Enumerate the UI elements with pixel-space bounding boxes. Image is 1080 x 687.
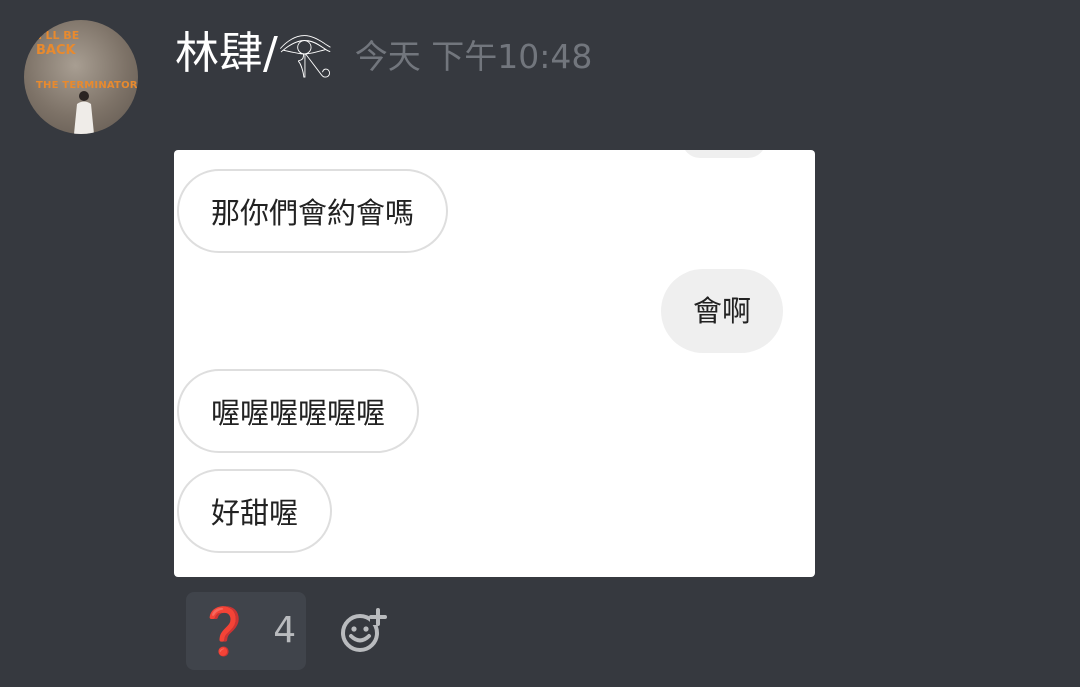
incoming-bubble: 喔喔喔喔喔喔 xyxy=(177,369,420,453)
username[interactable]: 林肆/𓂀 xyxy=(175,26,333,82)
message-header: 林肆/𓂀 今天 下午10:48 xyxy=(175,26,592,86)
incoming-bubble: 那你們會約會嗎 xyxy=(177,169,449,253)
reaction-count: 4 xyxy=(273,610,297,651)
image-attachment[interactable]: 那你們會約會嗎 會啊 喔喔喔喔喔喔 好甜喔 xyxy=(174,150,815,577)
avatar[interactable]: I'LL BE BACK THE TERMINATOR xyxy=(24,20,138,134)
avatar-poster-text: I'LL BE xyxy=(38,29,80,42)
incoming-bubble: 好甜喔 xyxy=(177,469,333,553)
cut-off-bubble xyxy=(682,150,766,158)
timestamp: 今天 下午10:48 xyxy=(354,37,593,76)
chat-message: I'LL BE BACK THE TERMINATOR 林肆/𓂀 今天 下午10… xyxy=(0,0,1080,687)
avatar-person-figure xyxy=(74,91,94,134)
avatar-poster-text: BACK xyxy=(36,43,76,58)
outgoing-bubble: 會啊 xyxy=(661,269,784,353)
question-mark-emoji-icon: ❓ xyxy=(195,604,254,658)
reaction-button[interactable]: ❓ 4 xyxy=(186,592,306,670)
add-reaction-icon[interactable] xyxy=(338,605,388,655)
